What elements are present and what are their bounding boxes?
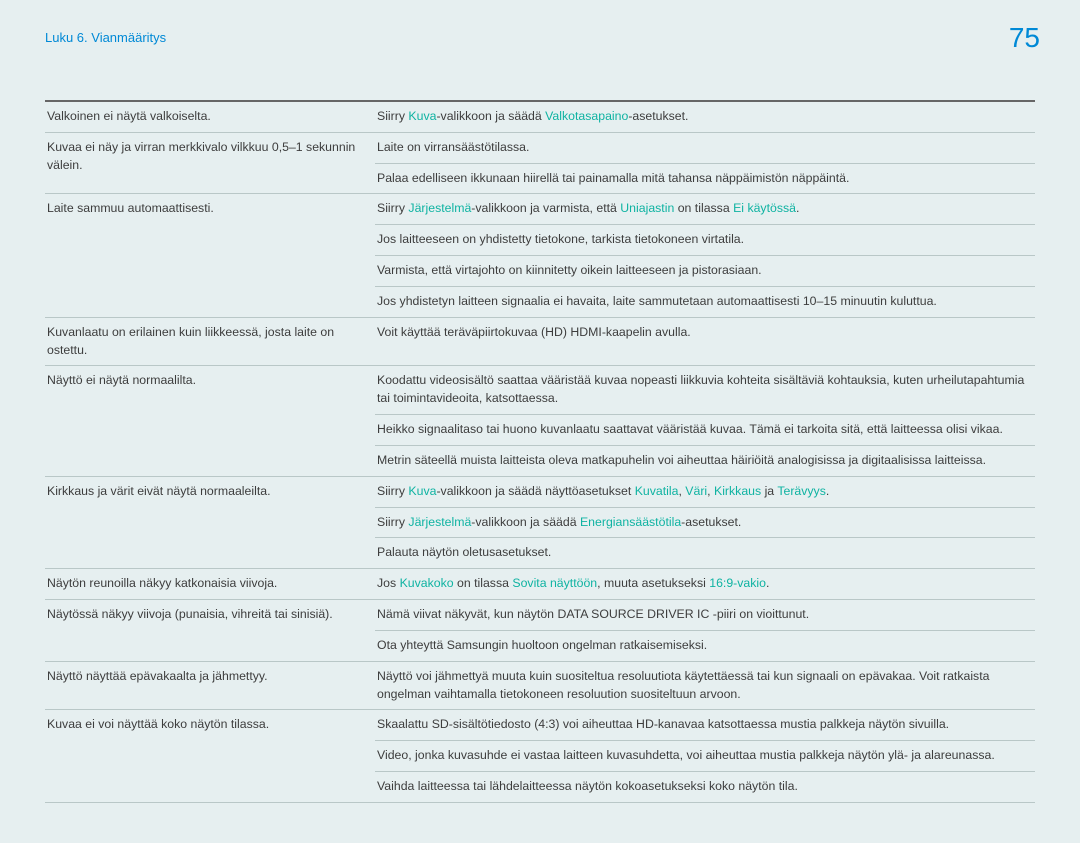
highlight-term: Valkotasapaino: [545, 109, 628, 123]
solution-cell: Laite on virransäästötilassa.: [375, 132, 1035, 163]
issue-cell: Valkoinen ei näytä valkoiselta.: [45, 101, 375, 132]
solution-cell: Heikko signaalitaso tai huono kuvanlaatu…: [375, 415, 1035, 446]
solution-cell: Skaalattu SD-sisältötiedosto (4:3) voi a…: [375, 710, 1035, 741]
highlight-term: Sovita näyttöön: [512, 576, 597, 590]
table-row: Kuvaa ei voi näyttää koko näytön tilassa…: [45, 710, 1035, 741]
solution-cell: Voit käyttää teräväpiirtokuvaa (HD) HDMI…: [375, 317, 1035, 366]
solution-cell: Näyttö voi jähmettyä muuta kuin suositel…: [375, 661, 1035, 710]
table-row: Laite sammuu automaattisesti.Siirry Järj…: [45, 194, 1035, 225]
solution-cell: Varmista, että virtajohto on kiinnitetty…: [375, 256, 1035, 287]
page-number: 75: [1009, 22, 1040, 54]
highlight-term: 16:9-vakio: [709, 576, 766, 590]
solution-cell: Palaa edelliseen ikkunaan hiirellä tai p…: [375, 163, 1035, 194]
highlight-term: Järjestelmä: [408, 201, 471, 215]
issue-cell: Näytössä näkyy viivoja (punaisia, vihrei…: [45, 600, 375, 662]
highlight-term: Kuvakoko: [400, 576, 454, 590]
issue-cell: Näyttö näyttää epävakaalta ja jähmettyy.: [45, 661, 375, 710]
solution-cell: Palauta näytön oletusasetukset.: [375, 538, 1035, 569]
solution-cell: Siirry Kuva-valikkoon ja säädä näyttöase…: [375, 476, 1035, 507]
breadcrumb: Luku 6. Vianmääritys: [45, 30, 1035, 45]
table-row: Kuvanlaatu on erilainen kuin liikkeessä,…: [45, 317, 1035, 366]
issue-cell: Kuvaa ei näy ja virran merkkivalo vilkku…: [45, 132, 375, 194]
table-row: Näyttö ei näytä normaalilta.Koodattu vid…: [45, 366, 1035, 415]
solution-cell: Siirry Järjestelmä-valikkoon ja varmista…: [375, 194, 1035, 225]
page-container: Luku 6. Vianmääritys 75 Valkoinen ei näy…: [0, 0, 1080, 843]
issue-cell: Kuvaa ei voi näyttää koko näytön tilassa…: [45, 710, 375, 802]
solution-cell: Siirry Järjestelmä-valikkoon ja säädä En…: [375, 507, 1035, 538]
table-row: Näytön reunoilla näkyy katkonaisia viivo…: [45, 569, 1035, 600]
highlight-term: Väri: [685, 484, 707, 498]
highlight-term: Kuva: [408, 484, 436, 498]
table-row: Näyttö näyttää epävakaalta ja jähmettyy.…: [45, 661, 1035, 710]
highlight-term: Kuvatila: [635, 484, 679, 498]
issue-cell: Laite sammuu automaattisesti.: [45, 194, 375, 317]
issue-cell: Näyttö ei näytä normaalilta.: [45, 366, 375, 476]
solution-cell: Metrin säteellä muista laitteista oleva …: [375, 445, 1035, 476]
solution-cell: Jos Kuvakoko on tilassa Sovita näyttöön,…: [375, 569, 1035, 600]
highlight-term: Ei käytössä: [733, 201, 796, 215]
table-row: Valkoinen ei näytä valkoiselta.Siirry Ku…: [45, 101, 1035, 132]
highlight-term: Kuva: [408, 109, 436, 123]
table-row: Näytössä näkyy viivoja (punaisia, vihrei…: [45, 600, 1035, 631]
table-row: Kirkkaus ja värit eivät näytä normaaleil…: [45, 476, 1035, 507]
solution-cell: Jos laitteeseen on yhdistetty tietokone,…: [375, 225, 1035, 256]
highlight-term: Kirkkaus: [714, 484, 761, 498]
solution-cell: Siirry Kuva-valikkoon ja säädä Valkotasa…: [375, 101, 1035, 132]
solution-cell: Vaihda laitteessa tai lähdelaitteessa nä…: [375, 772, 1035, 803]
highlight-term: Terävyys: [777, 484, 826, 498]
solution-cell: Jos yhdistetyn laitteen signaalia ei hav…: [375, 286, 1035, 317]
solution-cell: Nämä viivat näkyvät, kun näytön DATA SOU…: [375, 600, 1035, 631]
solution-cell: Koodattu videosisältö saattaa vääristää …: [375, 366, 1035, 415]
troubleshooting-table: Valkoinen ei näytä valkoiselta.Siirry Ku…: [45, 100, 1035, 803]
issue-cell: Kuvanlaatu on erilainen kuin liikkeessä,…: [45, 317, 375, 366]
highlight-term: Järjestelmä: [408, 515, 471, 529]
issue-cell: Kirkkaus ja värit eivät näytä normaaleil…: [45, 476, 375, 568]
highlight-term: Uniajastin: [620, 201, 674, 215]
solution-cell: Video, jonka kuvasuhde ei vastaa laittee…: [375, 741, 1035, 772]
issue-cell: Näytön reunoilla näkyy katkonaisia viivo…: [45, 569, 375, 600]
table-row: Kuvaa ei näy ja virran merkkivalo vilkku…: [45, 132, 1035, 163]
solution-cell: Ota yhteyttä Samsungin huoltoon ongelman…: [375, 630, 1035, 661]
highlight-term: Energiansäästötila: [580, 515, 681, 529]
